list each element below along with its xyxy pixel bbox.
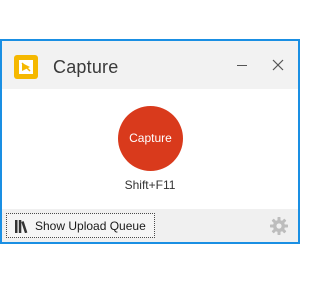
title-bar[interactable]: Capture [2,41,298,89]
show-upload-queue-button[interactable]: Show Upload Queue [6,213,155,238]
capture-button[interactable]: Capture [118,106,183,171]
footer-bar: Show Upload Queue [2,209,298,242]
books-icon [15,220,28,233]
upload-queue-label: Show Upload Queue [35,219,146,233]
close-icon [272,59,284,71]
minimize-icon [237,65,247,66]
window-title: Capture [53,57,119,77]
capture-window: Capture Capture Shift+F11 Show Upload Qu… [2,41,298,242]
minimize-button[interactable] [228,51,256,79]
window-frame: Capture Capture Shift+F11 Show Upload Qu… [0,39,300,244]
capture-panel: Capture Shift+F11 [2,89,298,209]
close-button[interactable] [264,51,292,79]
capture-app-icon [14,55,38,79]
shortcut-label: Shift+F11 [124,178,176,192]
gear-icon[interactable] [269,216,289,236]
